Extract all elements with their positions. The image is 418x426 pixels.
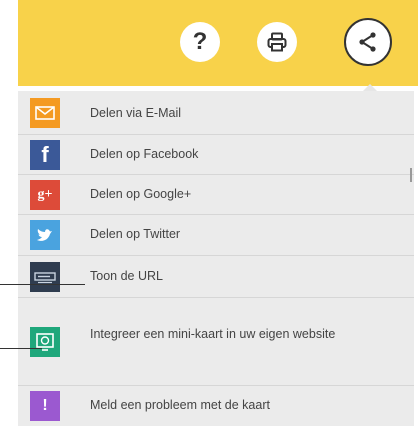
share-twitter-label: Delen op Twitter xyxy=(90,227,181,241)
print-button[interactable] xyxy=(257,22,297,62)
report-problem-icon: ! xyxy=(30,391,60,421)
help-icon: ? xyxy=(192,28,208,55)
facebook-icon: f xyxy=(30,140,60,170)
report-problem-label: Meld een probleem met de kaart xyxy=(90,398,270,412)
menu-caret xyxy=(363,84,377,91)
share-menu: Delen via E-Mail f Delen op Facebook g+ … xyxy=(18,91,414,426)
twitter-icon xyxy=(30,220,60,250)
embed-map-item[interactable]: Integreer een mini-kaart in uw eigen web… xyxy=(18,298,414,386)
share-icon xyxy=(359,32,376,52)
pointer-line-embed xyxy=(0,348,42,349)
show-url-item[interactable]: Toon de URL xyxy=(18,256,414,298)
email-icon xyxy=(30,98,60,128)
report-problem-item[interactable]: ! Meld een probleem met de kaart xyxy=(18,386,414,426)
share-googleplus-label: Delen op Google+ xyxy=(90,187,192,201)
share-facebook-label: Delen op Facebook xyxy=(90,147,199,161)
url-icon xyxy=(30,262,60,292)
pointer-line-url xyxy=(0,284,85,285)
share-email-label: Delen via E-Mail xyxy=(90,106,182,120)
share-facebook-item[interactable]: f Delen op Facebook xyxy=(18,135,414,175)
share-button[interactable] xyxy=(344,18,392,66)
google-plus-icon: g+ xyxy=(30,180,60,210)
toolbar: ? xyxy=(18,0,418,86)
share-twitter-item[interactable]: Delen op Twitter xyxy=(18,215,414,256)
embed-map-icon xyxy=(30,327,60,357)
print-icon xyxy=(267,32,287,52)
share-googleplus-item[interactable]: g+ Delen op Google+ xyxy=(18,175,414,215)
share-email-item[interactable]: Delen via E-Mail xyxy=(18,91,414,135)
scroll-tick xyxy=(410,168,412,182)
help-button[interactable]: ? xyxy=(180,22,220,62)
show-url-label: Toon de URL xyxy=(90,269,163,283)
embed-map-label: Integreer een mini-kaart in uw eigen web… xyxy=(90,327,336,341)
